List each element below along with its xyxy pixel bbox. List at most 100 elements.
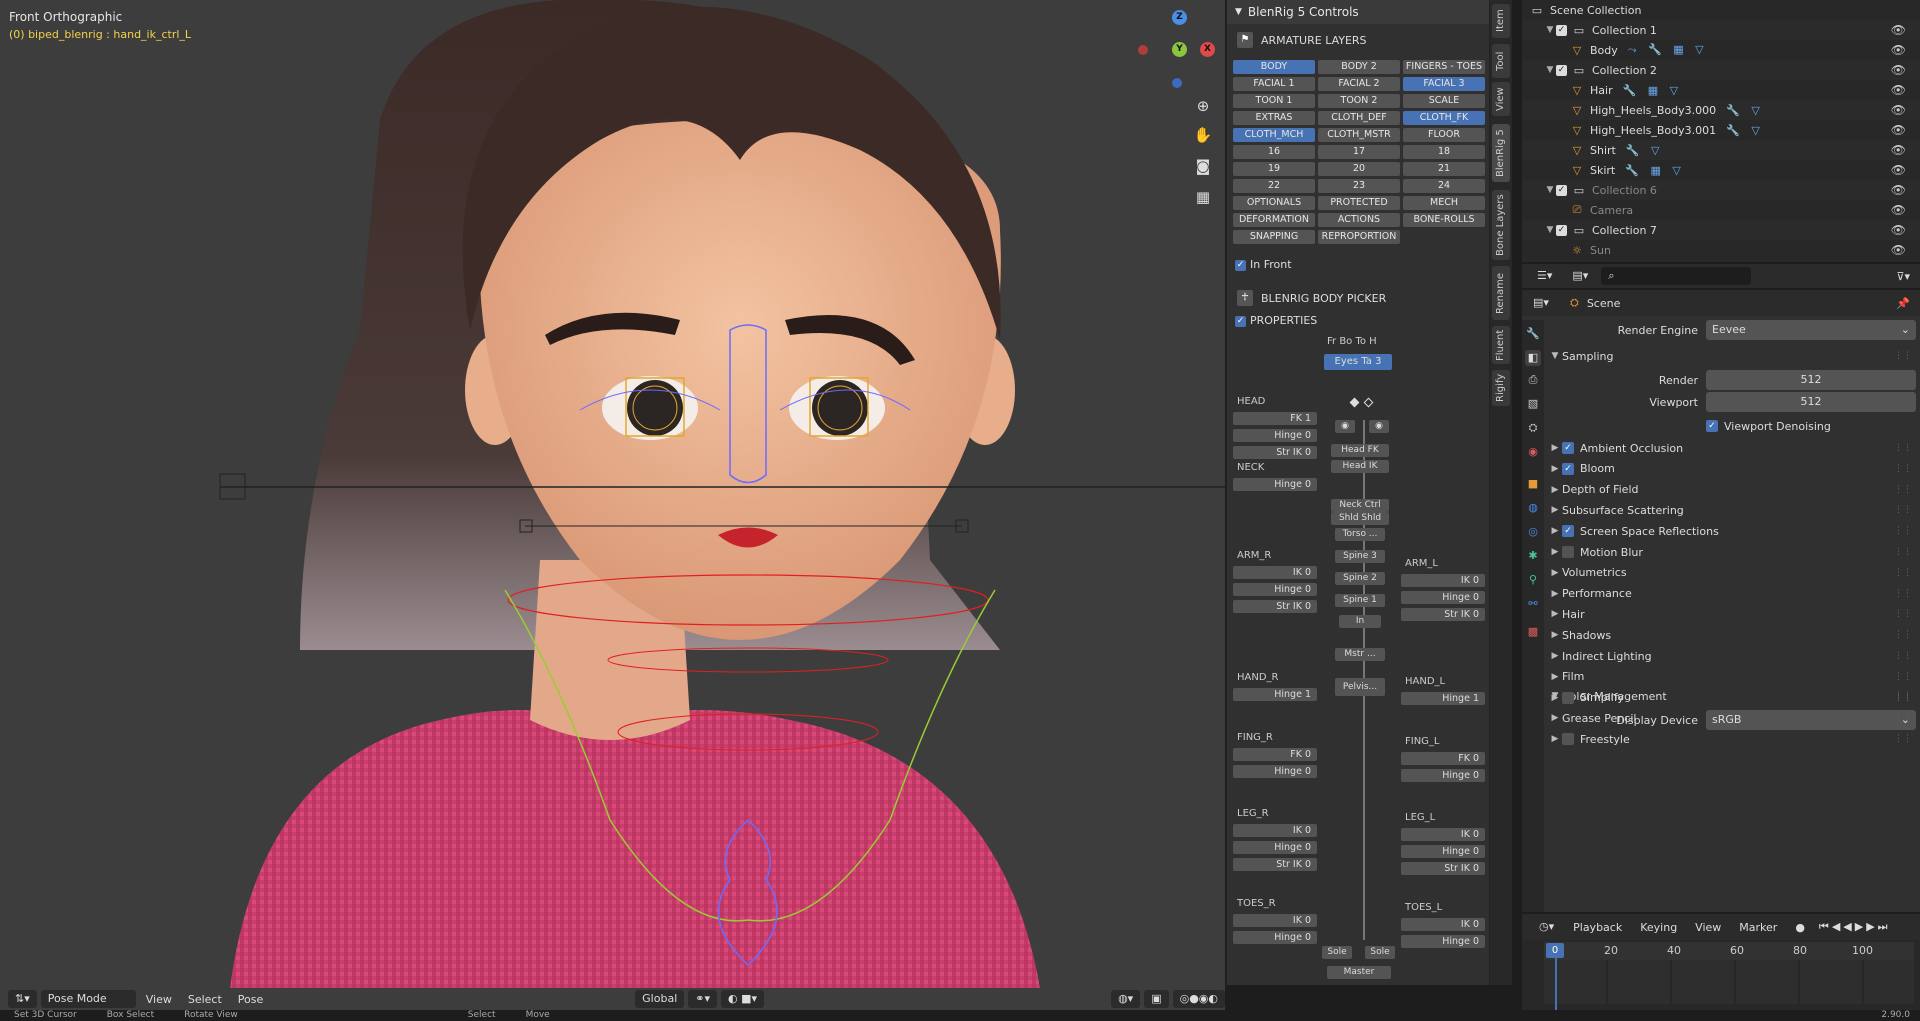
panel-enable-checkbox[interactable]: [1562, 691, 1574, 704]
texture-tab-icon[interactable]: ▩: [1525, 624, 1541, 640]
picker-button-hand-r[interactable]: Hinge 1: [1233, 688, 1317, 701]
layer-button[interactable]: TOON 1: [1233, 94, 1315, 108]
axis-x-icon[interactable]: X: [1200, 42, 1215, 57]
layer-button[interactable]: 24: [1403, 179, 1485, 193]
properties-checkbox[interactable]: ✓ PROPERTIES: [1235, 314, 1317, 327]
shoulder-button[interactable]: Shld Shld: [1331, 512, 1389, 525]
picker-button-leg-r[interactable]: Hinge 0: [1233, 841, 1317, 854]
layer-button[interactable]: CLOTH_MCH: [1233, 128, 1315, 142]
render-panel-header[interactable]: ▶ Volumetrics ⋮⋮: [1548, 563, 1918, 583]
collapse-triangle-icon[interactable]: ▼: [1235, 7, 1242, 17]
disclosure-triangle-icon[interactable]: ▼: [1544, 65, 1556, 75]
panel-enable-checkbox[interactable]: ✓: [1562, 462, 1574, 475]
visibility-eye-icon[interactable]: 👁: [1891, 203, 1906, 217]
search-input[interactable]: ⌕: [1601, 267, 1752, 285]
layer-button[interactable]: PROTECTED: [1318, 196, 1400, 210]
outliner-row[interactable]: ▽ High_Heels_Body3.000 🔧 ▽ 👁: [1522, 100, 1920, 120]
sidebar-tab[interactable]: Tool: [1492, 44, 1510, 78]
particles-tab-icon[interactable]: ◎: [1525, 524, 1541, 540]
render-panel-header[interactable]: ▶ Indirect Lighting ⋮⋮: [1548, 646, 1918, 666]
layer-button[interactable]: FINGERS - TOES: [1403, 60, 1485, 74]
menu-pose[interactable]: Pose: [232, 991, 269, 1008]
outliner-row[interactable]: ▼ ✓ ▭ Collection 6 👁: [1522, 180, 1920, 200]
picker-button-fing-l[interactable]: Hinge 0: [1401, 769, 1485, 782]
picker-button-arm-r[interactable]: Str IK 0: [1233, 600, 1317, 613]
modifier-icons[interactable]: 🔧 ▦ ▽: [1625, 164, 1685, 177]
picker-button-fing-l[interactable]: FK 0: [1401, 752, 1485, 765]
camera-icon[interactable]: ◙: [1192, 155, 1214, 177]
axis-y-icon[interactable]: Y: [1172, 42, 1187, 57]
spine2-button[interactable]: Spine 2: [1335, 572, 1385, 585]
outliner-row[interactable]: ▼ ✓ ▭ Collection 2 👁: [1522, 60, 1920, 80]
render-panel-header[interactable]: ▶ Depth of Field ⋮⋮: [1548, 480, 1918, 500]
sidebar-tab[interactable]: View: [1492, 82, 1510, 116]
editor-type-icon[interactable]: ◷▾: [1532, 918, 1562, 936]
pelvis-button[interactable]: Pelvis...: [1335, 678, 1385, 696]
exclude-checkbox[interactable]: ✓: [1556, 184, 1567, 196]
head-fk-button[interactable]: Head FK: [1331, 444, 1389, 457]
picker-button-arm-l[interactable]: Hinge 0: [1401, 591, 1485, 604]
sampling-panel-header[interactable]: ▼ Sampling ⋮⋮: [1548, 346, 1918, 366]
editor-type-icon[interactable]: ⇅▾: [8, 990, 37, 1008]
picker-button-toes-r[interactable]: Hinge 0: [1233, 931, 1317, 944]
layer-button[interactable]: 18: [1403, 145, 1485, 159]
render-panel-header[interactable]: ▶ ✓ Screen Space Reflections ⋮⋮: [1548, 521, 1918, 541]
picker-button-leg-l[interactable]: Str IK 0: [1401, 862, 1485, 875]
picker-button-leg-r[interactable]: IK 0: [1233, 824, 1317, 837]
sidebar-tab[interactable]: BlenRig 5: [1492, 124, 1510, 182]
panel-enable-checkbox[interactable]: ✓: [1562, 525, 1574, 538]
mode-dropdown[interactable]: Pose Mode: [40, 990, 136, 1008]
outliner-row[interactable]: ▽ Hair 🔧 ▦ ▽ 👁: [1522, 80, 1920, 100]
visibility-eye-icon[interactable]: 👁: [1891, 143, 1906, 157]
render-panel-header[interactable]: ▶ ✓ Ambient Occlusion ⋮⋮: [1548, 438, 1918, 458]
spine1-button[interactable]: Spine 1: [1335, 594, 1385, 607]
render-panel-header[interactable]: ▶ Hair ⋮⋮: [1548, 604, 1918, 624]
render-tab-icon[interactable]: ◧: [1525, 350, 1541, 366]
snap-icon[interactable]: ◐ ■▾: [721, 990, 765, 1008]
layer-button[interactable]: 23: [1318, 179, 1400, 193]
outliner-row[interactable]: ▽ Skirt 🔧 ▦ ▽ 👁: [1522, 160, 1920, 180]
pivot-icon[interactable]: ⚭▾: [688, 990, 717, 1008]
filter-icon[interactable]: ⊽▾: [1896, 270, 1910, 283]
disclosure-triangle-icon[interactable]: ▼: [1544, 225, 1556, 235]
layer-button[interactable]: SNAPPING: [1233, 230, 1315, 244]
pin-icon[interactable]: 📌: [1896, 297, 1910, 310]
outliner-row[interactable]: ▭ Scene Collection: [1522, 0, 1920, 20]
layer-button[interactable]: SCALE: [1403, 94, 1485, 108]
viewport-denoising-checkbox[interactable]: ✓ Viewport Denoising: [1548, 416, 1918, 436]
render-panel-header[interactable]: ▶ Motion Blur ⋮⋮: [1548, 542, 1918, 562]
render-panel-header[interactable]: ▶ Subsurface Scattering ⋮⋮: [1548, 500, 1918, 520]
layer-button[interactable]: CLOTH_DEF: [1318, 111, 1400, 125]
panel-enable-checkbox[interactable]: ✓: [1562, 442, 1574, 454]
axis-neg-x-icon[interactable]: [1138, 45, 1148, 55]
picker-tabs[interactable]: Fr Bo To H: [1327, 336, 1377, 347]
menu-playback[interactable]: Playback: [1567, 919, 1628, 936]
outliner-row[interactable]: ▽ Shirt 🔧 ▽ 👁: [1522, 140, 1920, 160]
render-panel-header[interactable]: ▶ Shadows ⋮⋮: [1548, 625, 1918, 645]
modifier-icons[interactable]: 🔧 ▽: [1726, 104, 1764, 117]
playback-controls-icon[interactable]: ⏮◀◀▶▶⏭: [1819, 920, 1891, 934]
layer-button[interactable]: OPTIONALS: [1233, 196, 1315, 210]
layer-button[interactable]: 16: [1233, 145, 1315, 159]
tool-tab-icon[interactable]: 🔧: [1525, 326, 1541, 342]
layer-button[interactable]: FACIAL 3: [1403, 77, 1485, 91]
layer-button[interactable]: 17: [1318, 145, 1400, 159]
navigation-gizmo[interactable]: Z Y X: [1130, 8, 1215, 88]
layer-button[interactable]: 20: [1318, 162, 1400, 176]
current-frame-indicator[interactable]: 0: [1546, 943, 1564, 958]
modifier-icons[interactable]: ⤳ 🔧 ▦ ▽: [1628, 43, 1708, 57]
render-panel-header[interactable]: ▶ Performance ⋮⋮: [1548, 584, 1918, 604]
menu-select[interactable]: Select: [182, 991, 228, 1008]
timeline-area[interactable]: [1544, 960, 1914, 1004]
outliner-row[interactable]: ▽ High_Heels_Body3.001 🔧 ▽ 👁: [1522, 120, 1920, 140]
panel-enable-checkbox[interactable]: [1562, 546, 1574, 558]
master-button[interactable]: Master: [1327, 966, 1391, 979]
layer-button[interactable]: 22: [1233, 179, 1315, 193]
render-samples-field[interactable]: 512: [1706, 370, 1916, 390]
layer-button[interactable]: MECH: [1403, 196, 1485, 210]
outliner-row[interactable]: ⎚ Camera 👁: [1522, 200, 1920, 220]
panel-enable-checkbox[interactable]: [1562, 733, 1574, 746]
render-panel-header[interactable]: ▶ Simplify ⋮⋮: [1548, 688, 1918, 708]
menu-view[interactable]: View: [140, 991, 178, 1008]
layer-button[interactable]: 21: [1403, 162, 1485, 176]
